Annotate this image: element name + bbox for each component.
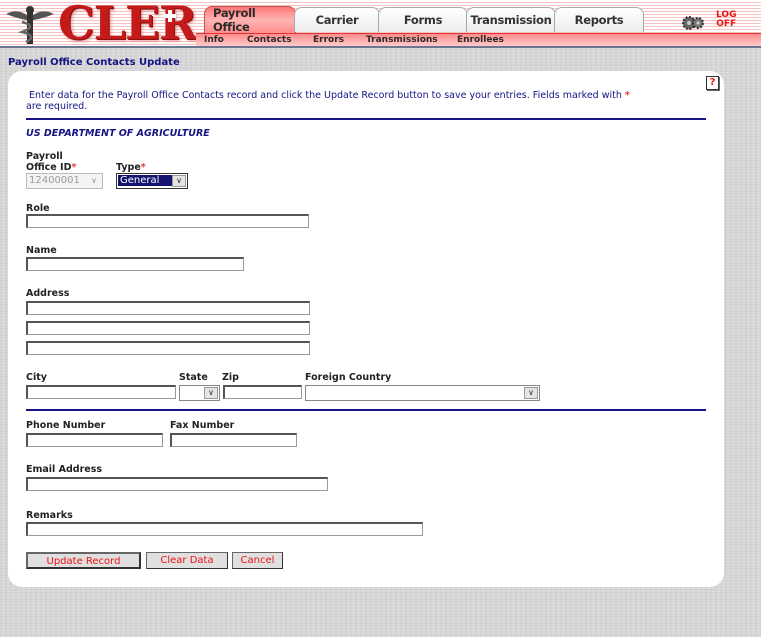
sub-navigation: Info Contacts Errors Transmissions Enrol… [196, 33, 761, 47]
state-label: State [179, 372, 208, 383]
instructions-line2: are required. [26, 101, 88, 112]
address-line1-input[interactable] [26, 301, 310, 315]
instructions: Enter data for the Payroll Office Contac… [26, 90, 706, 101]
chevron-down-icon: ∨ [87, 175, 101, 187]
tab-reports[interactable]: Reports [554, 7, 644, 32]
subnav-contacts[interactable]: Contacts [247, 35, 292, 45]
header-divider [0, 46, 761, 48]
tab-forms[interactable]: Forms [378, 7, 468, 32]
page-title: Payroll Office Contacts Update [8, 57, 180, 68]
address-line2-input[interactable] [26, 321, 310, 335]
payroll-office-id-label: Payroll Office ID* [26, 151, 76, 173]
update-record-button[interactable]: Update Record [26, 552, 141, 569]
tab-label: Payroll Office [213, 6, 256, 34]
logo-text: CLER [58, 0, 197, 50]
role-label: Role [26, 203, 50, 214]
gears-icon[interactable] [682, 15, 704, 31]
remarks-input[interactable] [26, 522, 423, 536]
tab-label: Transmission [470, 13, 552, 27]
address-label: Address [26, 288, 70, 299]
main-tabs: Payroll Office Carrier Forms Transmissio… [204, 6, 644, 34]
cross-icon [164, 10, 176, 22]
type-label: Type* [116, 162, 146, 173]
select-value: General [118, 175, 172, 186]
email-address-label: Email Address [26, 464, 103, 475]
instructions-text: Enter data for the Payroll Office Contac… [29, 90, 625, 101]
type-select[interactable]: General ∨ [116, 173, 188, 189]
tab-payroll-office[interactable]: Payroll Office [204, 6, 296, 34]
tab-label: Reports [574, 13, 624, 27]
fax-number-input[interactable] [170, 433, 297, 447]
subnav-info[interactable]: Info [204, 35, 224, 45]
name-label: Name [26, 245, 57, 256]
label-text: Type [116, 162, 141, 173]
address-line3-input[interactable] [26, 341, 310, 355]
city-label: City [26, 372, 47, 383]
tab-transmission[interactable]: Transmission [466, 7, 556, 32]
divider [26, 118, 706, 120]
required-marker: * [71, 162, 77, 173]
subnav-enrollees[interactable]: Enrollees [457, 35, 504, 45]
foreign-country-select[interactable]: ∨ [305, 385, 540, 401]
chevron-down-icon: ∨ [204, 387, 218, 399]
logoff-line2: OFF [716, 19, 737, 29]
chevron-down-icon: ∨ [172, 175, 186, 187]
clear-data-button[interactable]: Clear Data [146, 552, 228, 569]
email-address-input[interactable] [26, 477, 328, 491]
divider [26, 409, 706, 411]
payroll-office-id-select[interactable]: 12400001 ∨ [26, 173, 103, 189]
caduceus-icon [6, 6, 54, 44]
tab-label: Carrier [315, 13, 359, 27]
phone-number-label: Phone Number [26, 420, 106, 431]
zip-label: Zip [222, 372, 239, 383]
foreign-country-label: Foreign Country [305, 372, 392, 383]
label-line: Payroll [26, 151, 63, 162]
fax-number-label: Fax Number [170, 420, 235, 431]
select-value: 12400001 [29, 175, 80, 186]
phone-number-input[interactable] [26, 433, 163, 447]
logoff-link[interactable]: LOG OFF [716, 11, 736, 29]
required-marker: * [624, 90, 630, 101]
role-input[interactable] [26, 214, 309, 228]
cler-logo: CLER [0, 0, 200, 50]
zip-input[interactable] [223, 385, 302, 399]
cancel-button[interactable]: Cancel [232, 552, 283, 569]
label-line: Office ID [26, 162, 72, 173]
state-select[interactable]: ∨ [179, 385, 220, 401]
tab-carrier[interactable]: Carrier [294, 7, 380, 32]
chevron-down-icon: ∨ [524, 387, 538, 399]
name-input[interactable] [26, 257, 244, 271]
remarks-label: Remarks [26, 510, 73, 521]
tab-label: Forms [403, 13, 443, 27]
help-icon[interactable]: ? [706, 76, 719, 90]
subnav-errors[interactable]: Errors [313, 35, 344, 45]
organization-name: US DEPARTMENT OF AGRICULTURE [26, 128, 210, 139]
city-input[interactable] [26, 385, 176, 399]
required-marker: * [140, 162, 146, 173]
subnav-transmissions[interactable]: Transmissions [366, 35, 438, 45]
